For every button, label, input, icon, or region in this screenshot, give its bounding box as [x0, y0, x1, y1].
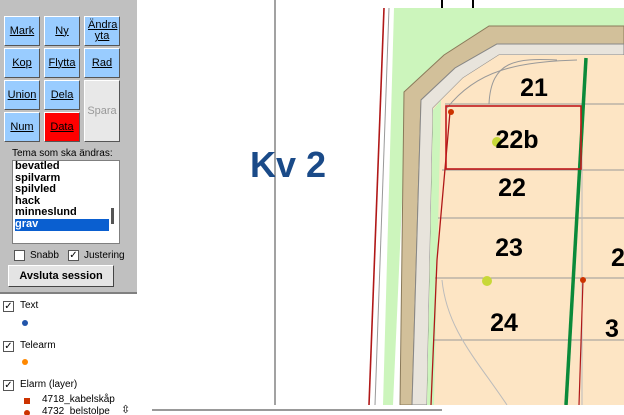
tema-item[interactable]: hack	[15, 196, 109, 208]
elarm-layer-checkbox[interactable]: ✓	[3, 380, 14, 391]
text-layer-label: Text	[20, 300, 39, 311]
map-canvas: Kv 2 21 22b 22 23 24 2 3	[250, 0, 624, 405]
justering-label: Justering	[84, 250, 125, 261]
plot-label-24: 24	[490, 309, 518, 337]
resize-cursor-icon: ⇳	[121, 404, 131, 415]
kop-button[interactable]: Kop	[4, 48, 40, 78]
telearm-layer-checkbox[interactable]: ✓	[3, 341, 14, 352]
flytta-button[interactable]: Flytta	[44, 48, 80, 78]
justering-checkbox[interactable]: ✓	[68, 250, 79, 261]
spara-button[interactable]: Spara	[84, 80, 120, 142]
mark-button[interactable]: Mark	[4, 16, 40, 46]
tema-item[interactable]: spilvled	[15, 184, 109, 196]
app-window: Mark Ny Ändra yta Kop Flytta Rad Union D…	[0, 0, 624, 415]
text-layer-symbol-icon	[22, 320, 28, 326]
tema-listbox[interactable]: bevatled spilvarm spilvled hack minneslund gr…	[12, 160, 120, 244]
ny-button[interactable]: Ny	[44, 16, 80, 46]
tema-item[interactable]: bevatled	[15, 161, 109, 173]
plot-area	[427, 55, 624, 405]
elarm-point	[448, 109, 454, 115]
layer-legend: ✓ Text ✓ Telearm ✓ Elarm (layer) 4718_ka…	[0, 292, 137, 415]
map-view[interactable]: Kv 2 21 22b 22 23 24 2 3	[137, 0, 624, 405]
dela-button[interactable]: Dela	[44, 80, 80, 110]
union-button[interactable]: Union	[4, 80, 40, 110]
num-button[interactable]: Num	[4, 112, 40, 142]
tema-item[interactable]: minneslund	[15, 207, 109, 219]
plot-label-partial: 3	[605, 315, 619, 343]
plot-label-23: 23	[495, 234, 523, 262]
scroll-thumb[interactable]	[152, 409, 442, 411]
snabb-checkbox[interactable]	[14, 250, 25, 261]
tema-item[interactable]: spilvarm	[15, 173, 109, 185]
plot-label-21: 21	[520, 74, 548, 102]
rad-button[interactable]: Rad	[84, 48, 120, 78]
edit-tool-panel: Mark Ny Ändra yta Kop Flytta Rad Union D…	[0, 0, 137, 292]
telearm-layer-label: Telearm	[20, 340, 56, 351]
kabelskap-symbol-icon	[24, 398, 30, 404]
plot-label-partial: 2	[611, 244, 624, 272]
tema-scrollbar[interactable]	[108, 162, 118, 242]
end-session-button[interactable]: Avsluta session	[8, 265, 114, 287]
plot-label-22b: 22b	[495, 126, 538, 154]
tema-label: Tema som ska ändras:	[12, 148, 113, 159]
elarm-layer-label: Elarm (layer)	[20, 379, 78, 390]
scroll-thumb[interactable]	[111, 208, 114, 224]
belstolpe-symbol-icon	[24, 410, 30, 415]
telearm-symbol-icon	[22, 359, 28, 365]
map-horizontal-scrollbar[interactable]	[137, 405, 624, 415]
data-button[interactable]: Data	[44, 112, 80, 142]
snabb-label: Snabb	[30, 250, 59, 261]
elarm-item-belstolpe: 4732_belstolpe	[42, 406, 110, 415]
elarm-point	[580, 277, 586, 283]
text-layer-checkbox[interactable]: ✓	[3, 301, 14, 312]
plot-label-22: 22	[498, 174, 526, 202]
block-label: Kv 2	[250, 144, 326, 185]
text-point	[482, 276, 492, 286]
andra-yta-button[interactable]: Ändra yta	[84, 16, 120, 46]
elarm-item-kabelskap: 4718_kabelskåp	[42, 394, 115, 405]
tema-item[interactable]: grav	[15, 218, 109, 231]
tema-list-items: bevatled spilvarm spilvled hack minneslund gr…	[13, 161, 109, 231]
